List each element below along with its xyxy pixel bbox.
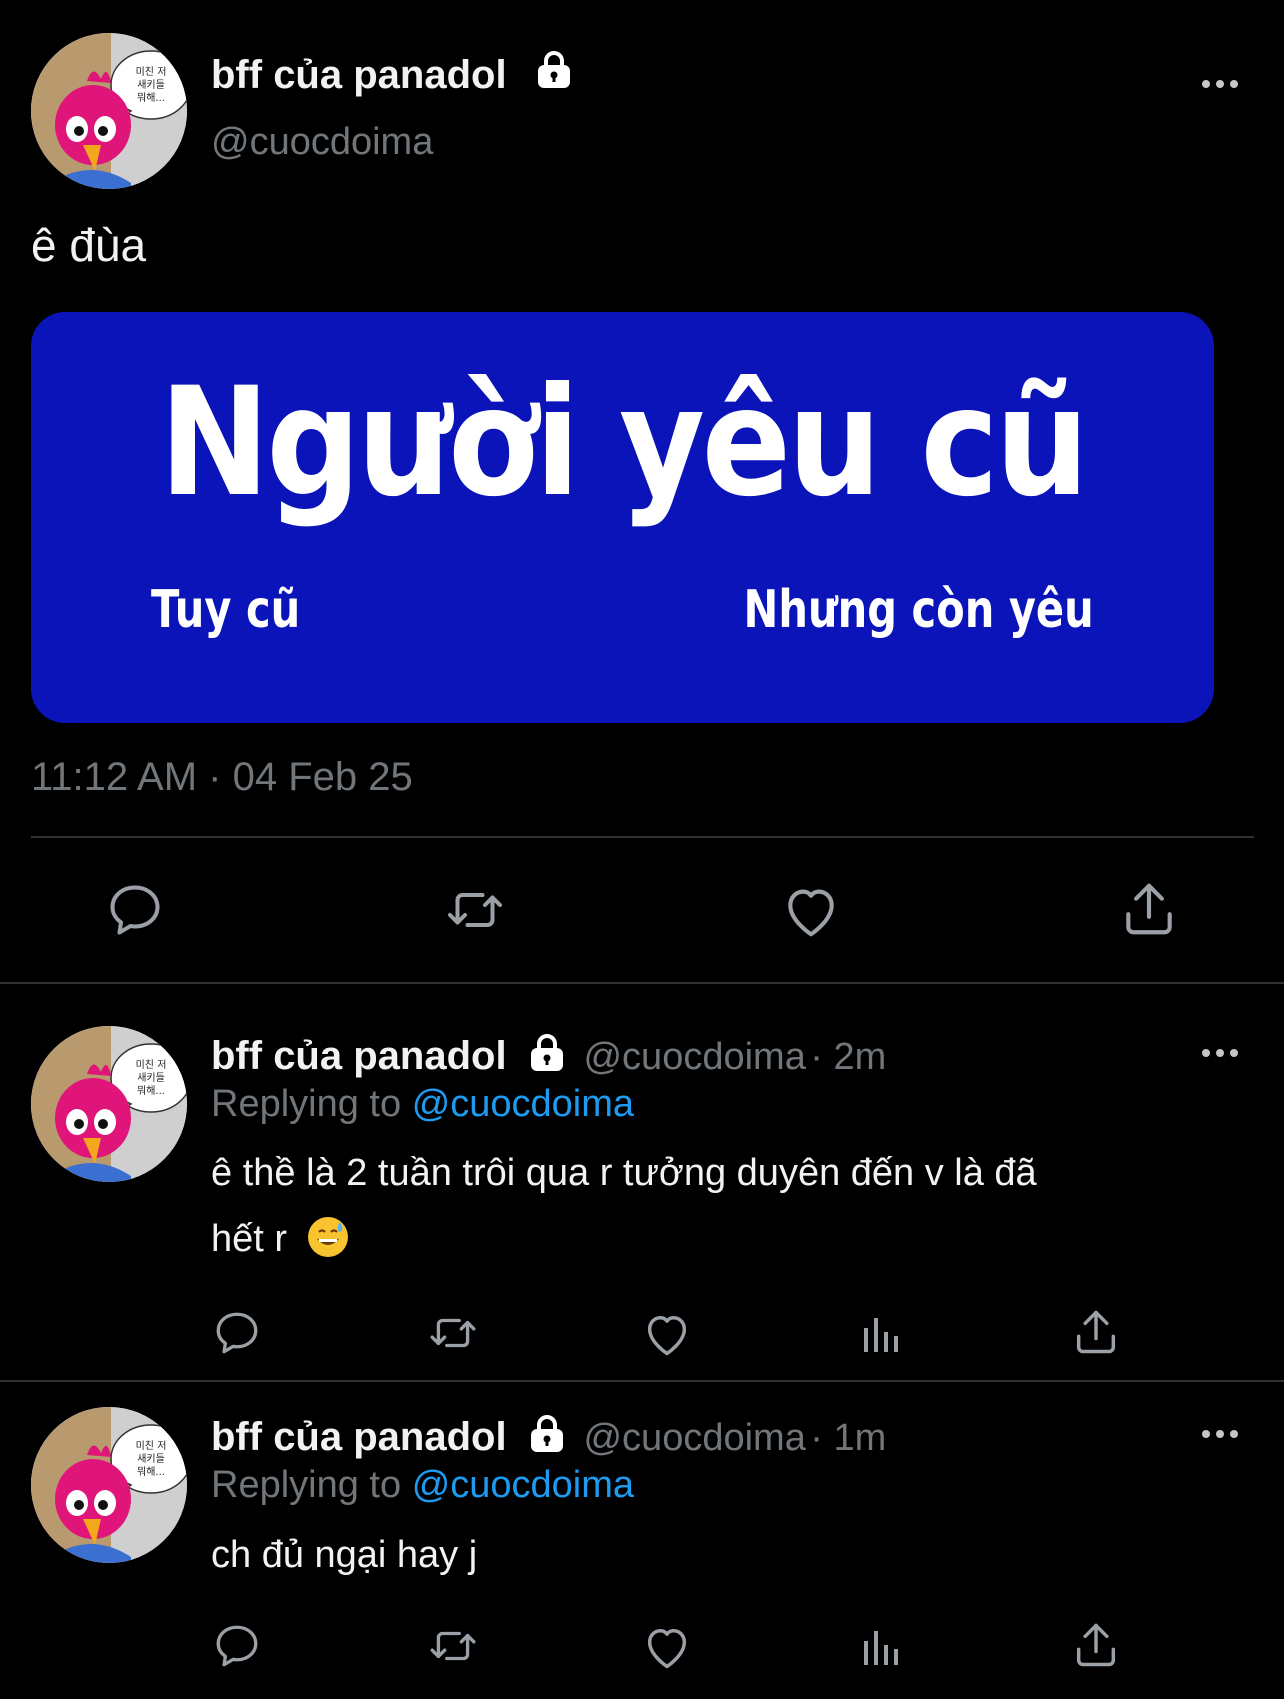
like-button[interactable]	[780, 880, 842, 942]
share-icon	[1118, 878, 1180, 940]
stats-button[interactable]	[858, 1310, 906, 1358]
author-handle[interactable]: @cuocdoima	[583, 1036, 805, 1078]
author-name[interactable]: bff của panadol	[211, 1415, 507, 1459]
more-options-icon[interactable]	[1202, 1427, 1242, 1441]
share-button[interactable]	[1070, 1619, 1122, 1671]
avatar-image	[31, 1026, 187, 1182]
time-ago[interactable]: · 2m	[810, 1036, 886, 1078]
media-title: Người yêu cũ	[159, 356, 1089, 530]
replying-to-link[interactable]: @cuocdoima	[412, 1464, 634, 1506]
retweet-button[interactable]	[424, 1621, 482, 1671]
more-options-icon[interactable]	[1202, 77, 1242, 91]
author-handle[interactable]: @cuocdoima	[583, 1417, 805, 1459]
reply-button[interactable]	[212, 1621, 262, 1671]
avatar[interactable]	[31, 33, 187, 189]
media-subtitle-right: Nhưng còn yêu	[743, 580, 1094, 640]
share-button[interactable]	[1118, 878, 1180, 940]
author-name[interactable]: bff của panadol	[211, 50, 574, 98]
share-icon	[1070, 1619, 1122, 1671]
replying-to: Replying to @cuocdoima	[211, 1464, 634, 1507]
divider	[0, 982, 1284, 984]
stats-icon	[858, 1623, 906, 1671]
reply-button[interactable]	[212, 1308, 262, 1358]
tweet-media[interactable]: Người yêu cũ Tuy cũ Nhưng còn yêu	[31, 312, 1214, 723]
divider	[31, 836, 1254, 838]
tweet-text: ê đùa	[31, 219, 147, 271]
avatar-image	[31, 33, 187, 189]
reply-text-line: ê thề là 2 tuần trôi qua r tưởng duyên đ…	[211, 1152, 1037, 1194]
like-icon	[780, 880, 842, 942]
reply-button[interactable]	[105, 880, 165, 940]
author-handle[interactable]: @cuocdoima	[211, 121, 433, 164]
reply-text-line2: hết r	[211, 1218, 288, 1260]
divider	[0, 1380, 1284, 1382]
author-name-text: bff của panadol	[211, 53, 507, 97]
sweat-smile-emoji-icon	[307, 1217, 348, 1257]
retweet-button[interactable]	[440, 880, 510, 940]
reply-header: bff của panadol @cuocdoima · 1m	[211, 1414, 886, 1460]
avatar[interactable]	[31, 1407, 187, 1563]
author-name[interactable]: bff của panadol	[211, 1034, 507, 1078]
retweet-icon	[424, 1621, 482, 1671]
like-button[interactable]	[641, 1621, 693, 1673]
share-icon	[1070, 1306, 1122, 1358]
tweet-timestamp[interactable]: 11:12 AM · 04 Feb 25	[31, 755, 413, 800]
avatar[interactable]	[31, 1026, 187, 1182]
like-icon	[641, 1308, 693, 1360]
retweet-icon	[424, 1308, 482, 1358]
like-button[interactable]	[641, 1308, 693, 1360]
reply-header: bff của panadol @cuocdoima · 2m	[211, 1033, 886, 1079]
reply-text-line: hết r	[211, 1206, 1241, 1272]
replying-to-link[interactable]: @cuocdoima	[412, 1083, 634, 1125]
reply-text: ch đủ ngại hay j	[211, 1534, 478, 1576]
stats-button[interactable]	[858, 1623, 906, 1671]
retweet-button[interactable]	[424, 1308, 482, 1358]
replying-to-prefix: Replying to	[211, 1083, 402, 1125]
share-button[interactable]	[1070, 1306, 1122, 1358]
reply-text: ê thề là 2 tuần trôi qua r tưởng duyên đ…	[211, 1140, 1241, 1272]
time-ago[interactable]: · 1m	[810, 1417, 886, 1459]
more-options-icon[interactable]	[1202, 1046, 1242, 1060]
retweet-icon	[440, 880, 510, 940]
reply-icon	[105, 880, 165, 940]
reply-icon	[212, 1621, 262, 1671]
avatar-image	[31, 1407, 187, 1563]
stats-icon	[858, 1310, 906, 1358]
lock-icon	[527, 1414, 567, 1454]
like-icon	[641, 1621, 693, 1673]
lock-icon	[527, 1033, 567, 1073]
media-subtitle-left: Tuy cũ	[151, 580, 301, 640]
lock-icon	[534, 50, 574, 90]
replying-to-prefix: Replying to	[211, 1464, 402, 1506]
reply-icon	[212, 1308, 262, 1358]
replying-to: Replying to @cuocdoima	[211, 1083, 634, 1126]
